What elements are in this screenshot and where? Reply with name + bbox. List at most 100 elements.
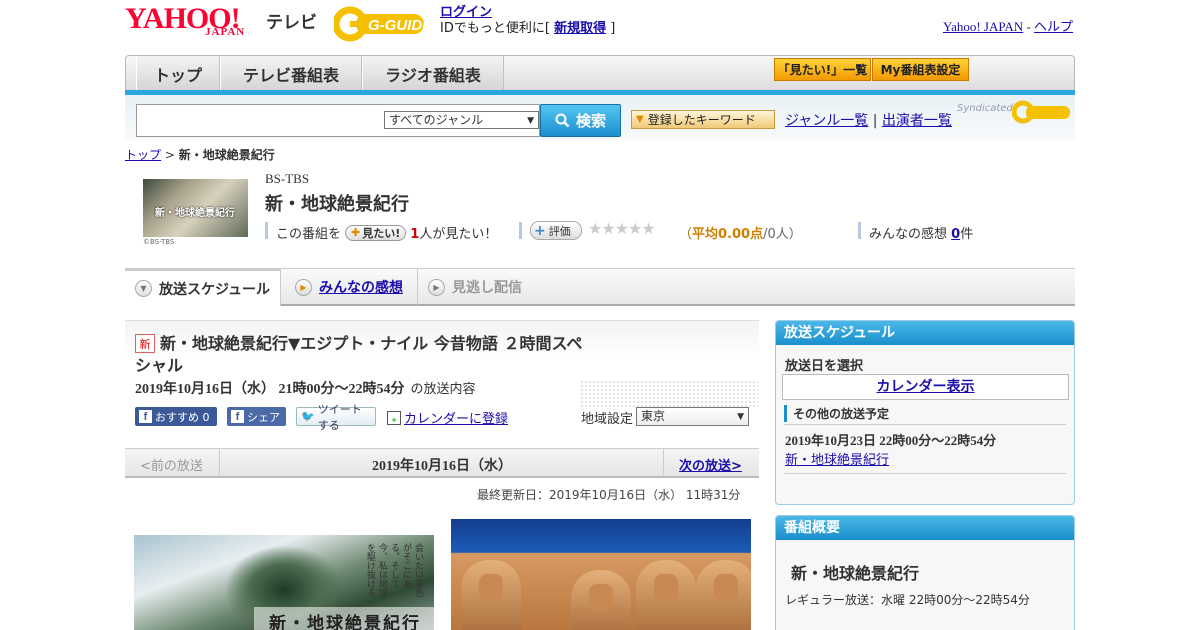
program-thumbnail[interactable]: 新・地球絶景紀行 — [143, 179, 248, 237]
key-visual-title: 新・地球絶景紀行 — [269, 614, 421, 630]
want-button[interactable]: ✚ 見たい! — [345, 224, 407, 241]
link-separator: - — [1026, 19, 1031, 34]
want-list-button[interactable]: 「見たい!」一覧 — [774, 58, 871, 81]
want-suffix: 人が見たい！ — [419, 227, 498, 242]
facebook-recommend-button[interactable]: f おすすめ 0 — [135, 407, 217, 426]
last-updated: 最終更新日：2019年10月16日（水） 11時31分 — [477, 488, 741, 502]
program-key-visual[interactable]: 会いたい景色がそこにある。そして今、私は地球を駆け抜ける 新・地球絶景紀行 — [134, 535, 434, 630]
signup-link[interactable]: 新規取得 — [554, 21, 606, 36]
genre-list-link[interactable]: ジャンル一覧 — [785, 113, 868, 129]
program-title: 新・地球絶景紀行 — [265, 194, 409, 215]
search-button-label: 検索 — [575, 112, 606, 130]
divider — [784, 473, 1066, 474]
choose-date-label: 放送日を選択 — [785, 359, 864, 374]
tab-schedule[interactable]: ▼ 放送スケジュール — [125, 269, 281, 306]
schedule-panel-title: 放送スケジュール — [776, 321, 1074, 345]
link-pipe: | — [872, 113, 878, 129]
decorative-dots — [580, 380, 758, 408]
facebook-share-button[interactable]: f シェア — [227, 407, 286, 426]
episode-datetime: 2019年10月16日（水） 21時00分～22時54分 — [135, 382, 405, 397]
recommend-label: おすすめ 0 — [155, 410, 210, 424]
divider — [519, 222, 522, 239]
plus-icon: + — [534, 222, 546, 239]
pager-divider — [219, 449, 220, 477]
id-text: IDでもっと便利に[ — [440, 21, 550, 36]
tab-impressions[interactable]: ▶ みんなの感想 — [285, 269, 403, 305]
tab-missed-label: 見逃し配信 — [452, 280, 522, 296]
tv-logo-text[interactable]: テレビ — [266, 8, 317, 33]
thumbnail-credit: ©BS-TBS — [143, 238, 175, 246]
want-section: この番組を ✚ 見たい! 1人が見たい！ — [276, 223, 497, 242]
calendar-icon: + — [387, 410, 401, 425]
nav-tab-radio-listings[interactable]: ラジオ番組表 — [362, 56, 504, 91]
statue-shape — [696, 560, 751, 630]
facebook-icon: f — [139, 410, 152, 423]
rating-stars: ★★★★★ — [588, 219, 656, 238]
search-button[interactable]: 検索 — [540, 104, 621, 137]
search-icon — [555, 113, 570, 128]
tab-schedule-label: 放送スケジュール — [159, 281, 271, 298]
other-schedule-heading: その他の放送予定 — [784, 405, 889, 422]
thumbnail-title: 新・地球絶景紀行 — [155, 208, 235, 219]
region-label: 地域設定 — [581, 412, 634, 427]
average-people: /0人） — [763, 227, 802, 242]
channel-name: BS-TBS — [265, 171, 310, 186]
add-to-calendar[interactable]: + カレンダーに登録 — [387, 408, 508, 427]
overview-regular-broadcast: レギュラー放送：水曜 22時00分～22時54分 — [785, 593, 1030, 607]
my-settings-button[interactable]: My番組表設定 — [872, 58, 969, 81]
impressions-count-link[interactable]: 0 — [951, 227, 960, 242]
divider — [265, 222, 268, 239]
want-button-label: 見たい! — [362, 226, 401, 240]
chevron-right-icon: ▶ — [428, 278, 445, 296]
region-select[interactable]: 東京 — [636, 407, 749, 426]
episode-title: 新・地球絶景紀行▼エジプト・ナイル 今昔物語 ２時間スペシャル — [135, 334, 583, 375]
average-score: 平均0.00点 — [692, 227, 764, 242]
yahoo-japan-link[interactable]: Yahoo! JAPAN — [943, 19, 1023, 34]
login-block: ログイン IDでもっと便利に[ 新規取得 ] — [440, 5, 615, 37]
next-broadcast-link[interactable]: 次の放送> — [679, 455, 742, 474]
twitter-bird-icon: 🐦 — [301, 410, 315, 423]
rate-button[interactable]: + 評価 — [530, 221, 582, 240]
divider — [858, 222, 861, 239]
tab-impressions-label: みんなの感想 — [319, 280, 403, 296]
divider — [784, 424, 1066, 425]
genre-links: ジャンル一覧 | 出演者一覧 — [785, 110, 952, 130]
pager-date: 2019年10月16日（水） — [372, 459, 512, 474]
tweet-button[interactable]: 🐦 ツイートする — [296, 403, 376, 432]
yahoo-japan-logo-text: JAPAN — [205, 26, 246, 38]
impressions-suffix: 件 — [960, 227, 974, 242]
gguide-logo: G-GUIDE — [334, 6, 433, 42]
prev-broadcast: <前の放送 — [140, 459, 203, 474]
abu-simbel-image[interactable] — [451, 519, 751, 630]
new-badge: 新 — [135, 334, 155, 353]
performers-list-link[interactable]: 出演者一覧 — [882, 113, 952, 129]
breadcrumb-current: 新・地球絶景紀行 — [178, 148, 275, 162]
tab-missed-streaming[interactable]: ▶ 見逃し配信 — [417, 269, 522, 305]
nav-tab-tv-listings[interactable]: テレビ番組表 — [220, 56, 362, 91]
tweet-label: ツイートする — [317, 402, 362, 432]
facebook-icon: f — [231, 410, 244, 423]
nav-tab-top[interactable]: トップ — [136, 56, 220, 91]
average-open: （ — [679, 227, 693, 242]
breadcrumb-top-link[interactable]: トップ — [125, 148, 161, 162]
calendar-display-link[interactable]: カレンダー表示 — [782, 374, 1069, 400]
breadcrumb: トップ > 新・地球絶景紀行 — [125, 146, 275, 163]
genre-select[interactable]: すべてのジャンル — [384, 111, 539, 129]
plus-icon: ✚ — [351, 226, 361, 239]
add-to-calendar-label: カレンダーに登録 — [404, 412, 509, 427]
impressions-prefix: みんなの感想 — [869, 227, 948, 242]
pager-divider — [663, 449, 664, 477]
other-schedule-link[interactable]: 新・地球絶景紀行 — [785, 449, 889, 468]
login-link[interactable]: ログイン — [440, 5, 492, 20]
want-prefix: この番組を — [276, 227, 342, 242]
episode-date-suffix: の放送内容 — [410, 382, 476, 397]
registered-keywords-button[interactable]: ▼ 登録したキーワード — [631, 110, 775, 129]
statue-shape — [636, 560, 696, 630]
help-link[interactable]: ヘルプ — [1034, 19, 1073, 34]
chevron-right-icon: ▶ — [295, 278, 312, 296]
overview-panel-title: 番組概要 — [776, 516, 1074, 540]
statue-shape — [461, 560, 521, 630]
gguide-small-logo — [1012, 100, 1070, 124]
triangle-down-icon: ▼ — [636, 114, 644, 125]
chevron-down-icon: ▼ — [135, 280, 152, 297]
